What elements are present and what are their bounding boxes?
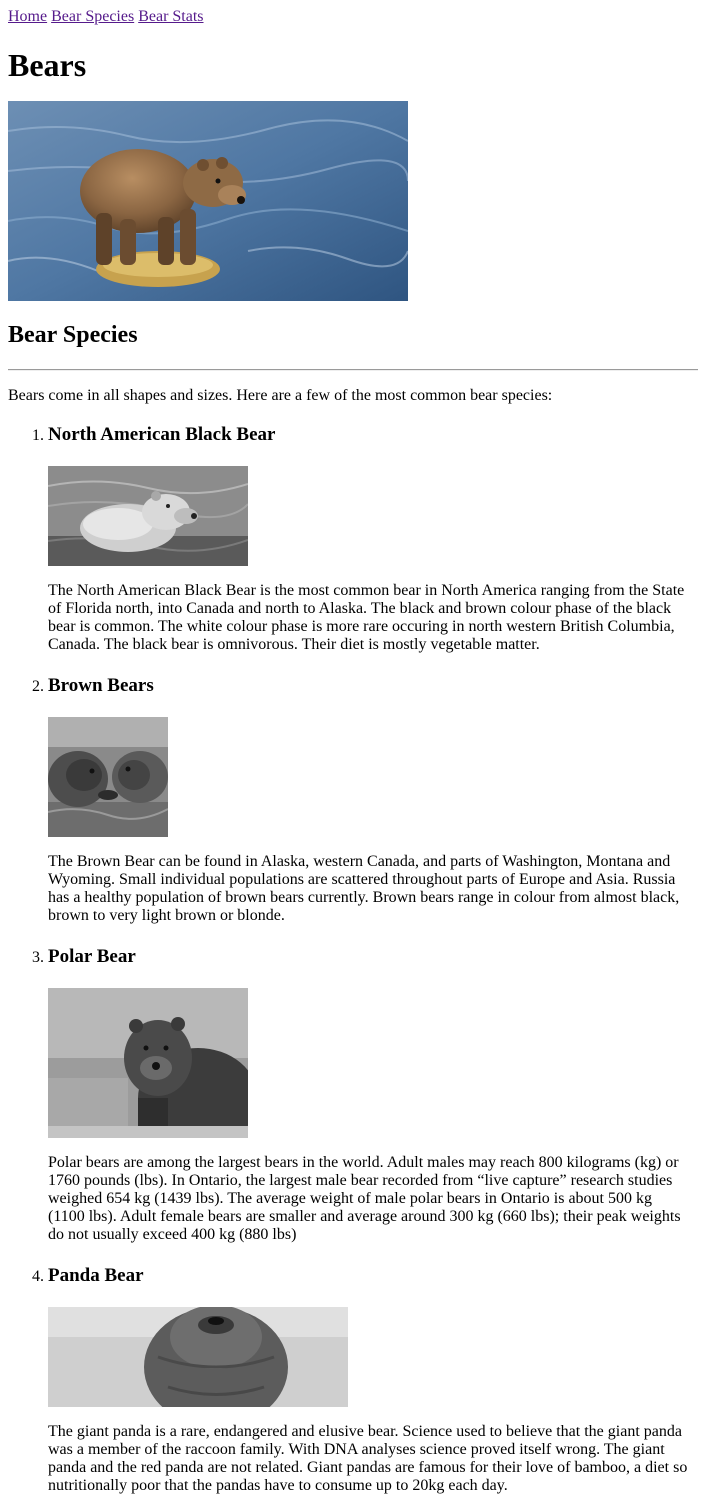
species-item-brown-bears: Brown Bears The Brown Bear can be found … <box>48 675 698 925</box>
brown-bears-photo <box>48 717 168 837</box>
page: Home Bear Species Bear Stats Bears Bear … <box>0 0 706 1495</box>
section-divider <box>8 369 698 371</box>
hero-bear-photo <box>8 101 408 301</box>
species-name: Brown Bears <box>48 675 154 696</box>
panda-bear-photo <box>48 1307 348 1407</box>
species-item-polar-bear: Polar Bear Polar bears are among the lar… <box>48 946 698 1244</box>
top-nav: Home Bear Species Bear Stats <box>8 8 698 26</box>
nav-link-bear-stats[interactable]: Bear Stats <box>138 8 203 25</box>
page-title: Bears <box>8 47 87 83</box>
species-name: Panda Bear <box>48 1265 144 1286</box>
species-description: Polar bears are among the largest bears … <box>48 1154 681 1243</box>
species-description: The giant panda is a rare, endangered an… <box>48 1423 688 1494</box>
nav-link-bear-species[interactable]: Bear Species <box>51 8 134 25</box>
nav-link-home[interactable]: Home <box>8 8 47 25</box>
species-item-black-bear: North American Black Bear The North Amer… <box>48 424 698 654</box>
species-description: The Brown Bear can be found in Alaska, w… <box>48 853 680 924</box>
black-bear-photo <box>48 466 248 566</box>
species-list: North American Black Bear The North Amer… <box>8 424 698 1495</box>
section-title: Bear Species <box>8 322 138 348</box>
polar-bear-photo <box>48 988 248 1138</box>
species-item-panda-bear: Panda Bear The giant panda is a rare, en… <box>48 1265 698 1495</box>
species-name: Polar Bear <box>48 946 136 967</box>
species-description: The North American Black Bear is the mos… <box>48 582 685 653</box>
intro-text: Bears come in all shapes and sizes. Here… <box>8 387 553 404</box>
species-name: North American Black Bear <box>48 424 276 445</box>
